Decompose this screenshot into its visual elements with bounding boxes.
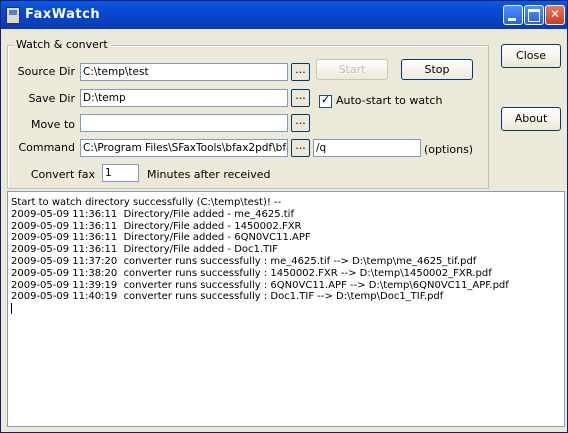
options-label: (options) <box>424 143 474 156</box>
log-line: 2009-05-09 11:36:11 Directory/File added… <box>11 232 311 244</box>
save-dir-browse-button[interactable]: ... <box>291 89 310 107</box>
save-dir-field[interactable]: D:\temp <box>80 89 288 107</box>
log-line: 2009-05-09 11:36:11 Directory/File added… <box>11 220 302 232</box>
app-window: FaxWatch Watch & convert Source Dir C:\t… <box>0 0 568 433</box>
move-to-label: Move to <box>30 118 75 131</box>
window-close-button[interactable] <box>545 5 565 25</box>
log-line: 2009-05-09 11:39:19 converter runs succe… <box>11 279 509 291</box>
auto-start-checkbox[interactable] <box>319 93 332 108</box>
command-options-field[interactable]: /q <box>313 139 421 157</box>
group-legend: Watch & convert <box>13 38 111 51</box>
move-to-browse-button[interactable]: ... <box>291 114 310 132</box>
minimize-button[interactable] <box>503 5 523 25</box>
log-line: Start to watch directory successfully (C… <box>11 197 282 208</box>
text-cursor <box>11 303 12 315</box>
start-button[interactable]: Start <box>316 59 388 80</box>
log-panel[interactable]: Start to watch directory successfully (C… <box>7 191 565 427</box>
minutes-after-received-label: Minutes after received <box>147 168 271 181</box>
log-line: 2009-05-09 11:36:11 Directory/File added… <box>11 208 294 220</box>
log-line: 2009-05-09 11:40:19 converter runs succe… <box>11 291 444 303</box>
maximize-button[interactable] <box>524 5 544 25</box>
stop-button[interactable]: Stop <box>401 59 473 80</box>
source-dir-browse-button[interactable]: ... <box>291 63 310 81</box>
convert-fax-label: Convert fax <box>30 168 95 181</box>
log-line: 2009-05-09 11:36:11 Directory/File added… <box>11 244 278 256</box>
title-bar[interactable]: FaxWatch <box>1 1 567 29</box>
log-line: 2009-05-09 11:38:20 converter runs succe… <box>11 267 492 279</box>
convert-fax-minutes-field[interactable]: 1 <box>102 164 139 182</box>
auto-start-label[interactable]: Auto-start to watch <box>336 94 442 107</box>
log-line: 2009-05-09 11:37:20 converter runs succe… <box>11 255 477 267</box>
command-browse-button[interactable]: ... <box>291 139 310 157</box>
move-to-field[interactable] <box>80 114 288 132</box>
command-field[interactable]: C:\Program Files\SFaxTools\bfax2pdf\bfax… <box>80 139 288 157</box>
close-button[interactable]: Close <box>501 44 561 68</box>
save-dir-label: Save Dir <box>28 92 75 105</box>
command-label: Command <box>18 141 75 154</box>
source-dir-label: Source Dir <box>17 65 75 78</box>
about-button[interactable]: About <box>501 107 561 131</box>
window-title: FaxWatch <box>25 7 101 22</box>
source-dir-field[interactable]: C:\temp\test <box>80 63 288 81</box>
fax-app-icon <box>6 7 20 24</box>
